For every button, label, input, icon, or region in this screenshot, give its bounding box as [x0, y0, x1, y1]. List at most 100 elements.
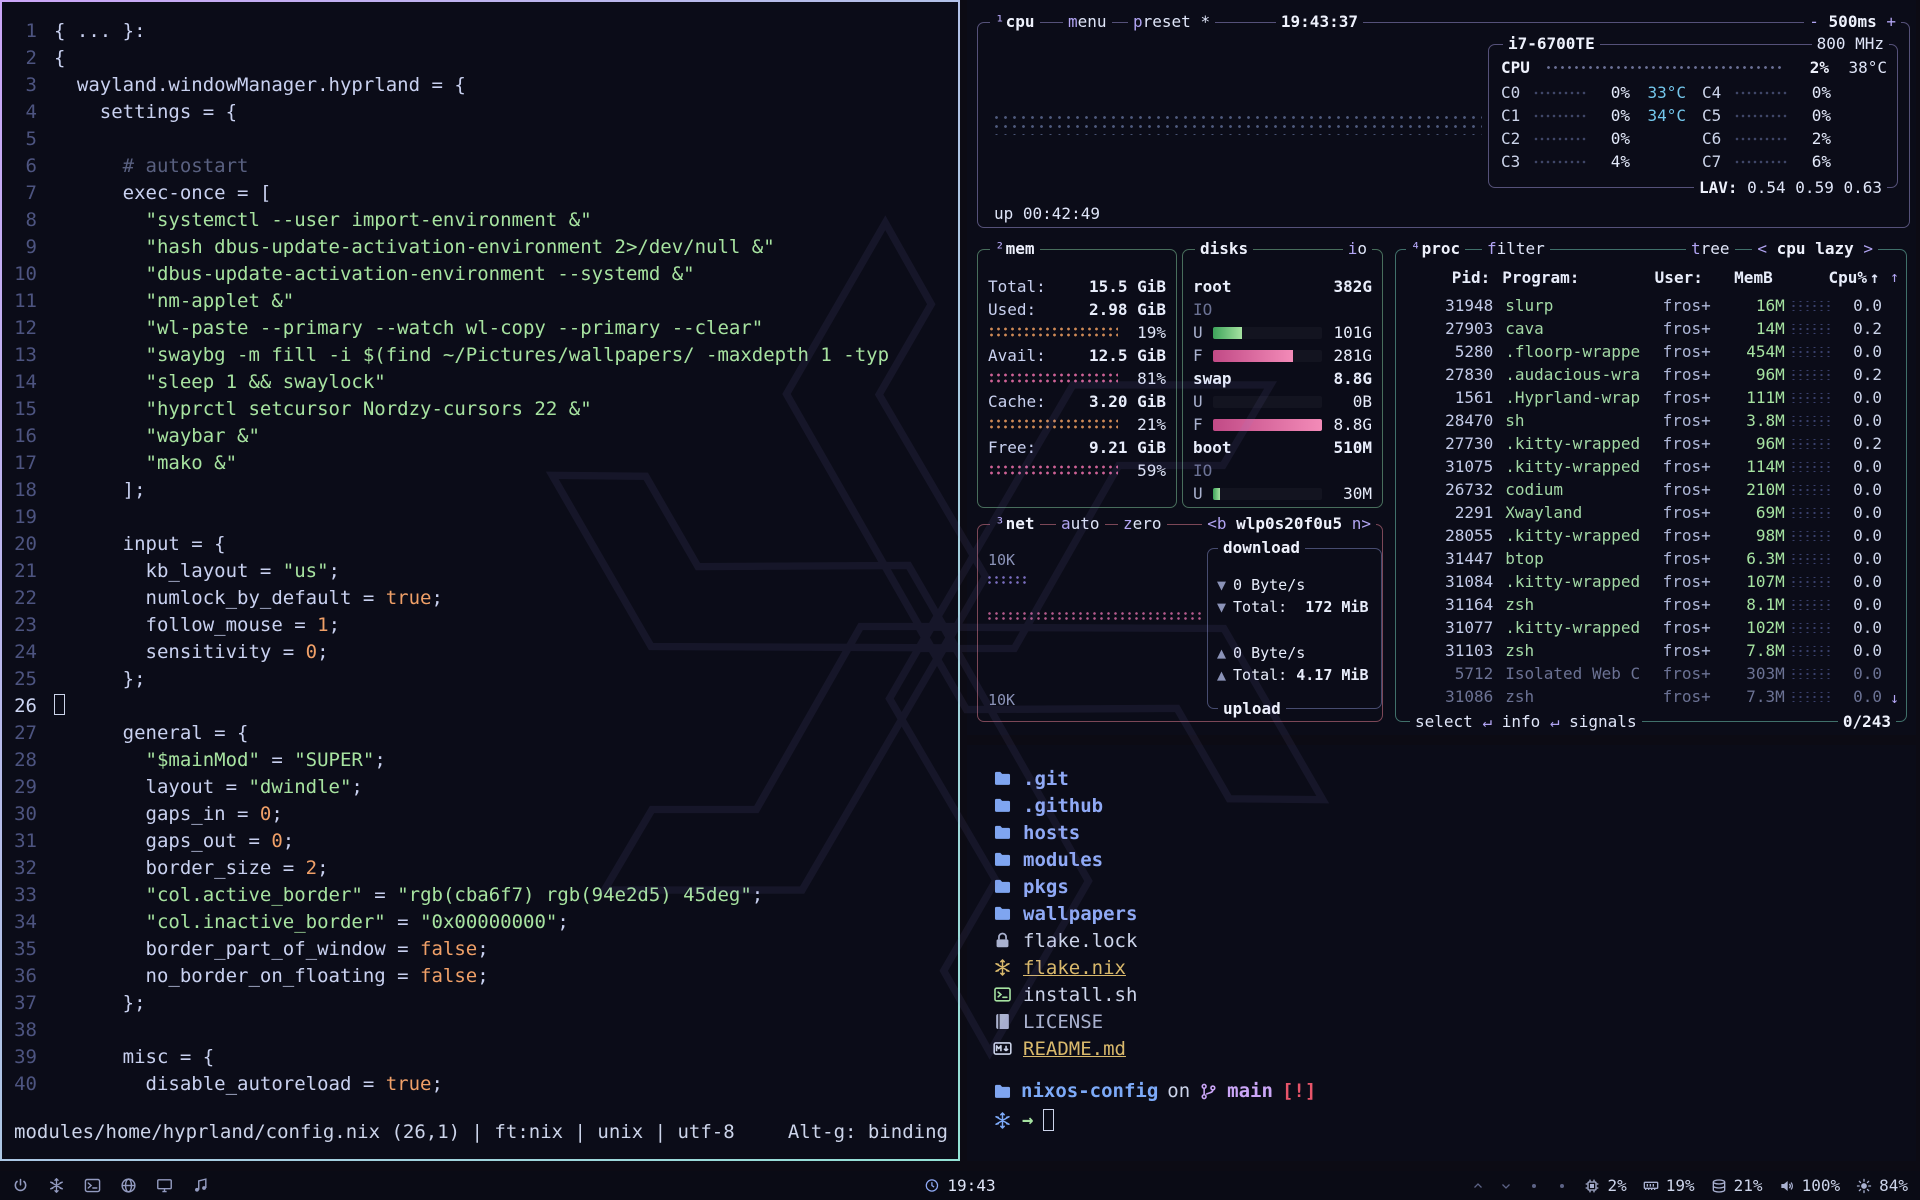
brightness-module[interactable]: 84%: [1856, 1176, 1908, 1195]
process-row[interactable]: 31077.kitty-wrappedfros+102M0.0: [1406, 616, 1898, 639]
music-workspace-icon[interactable]: [192, 1177, 209, 1194]
browser-workspace-icon[interactable]: [120, 1177, 137, 1194]
editor-line[interactable]: 18 ];: [2, 477, 958, 504]
editor-line[interactable]: 24 sensitivity = 0;: [2, 639, 958, 666]
editor-line[interactable]: 22 numlock_by_default = true;: [2, 585, 958, 612]
process-row[interactable]: 31103zshfros+7.8M0.0: [1406, 639, 1898, 662]
disk-meter-row: U101G: [1193, 321, 1372, 344]
net-device-selector[interactable]: <b wlp0s20f0u5 n>: [1202, 514, 1376, 534]
editor-line[interactable]: 8 "systemctl --user import-environment &…: [2, 207, 958, 234]
net-panel-title[interactable]: ³net: [990, 514, 1040, 534]
editor-line[interactable]: 39 misc = {: [2, 1044, 958, 1071]
chevron-down-icon[interactable]: [1500, 1180, 1512, 1192]
mem-panel[interactable]: ²mem Total:15.5 GiBUsed:2.98 GiB19%Avail…: [977, 249, 1177, 508]
editor-line[interactable]: 35 border_part_of_window = false;: [2, 936, 958, 963]
process-row[interactable]: 27903cavafros+14M0.2: [1406, 317, 1898, 340]
editor-line[interactable]: 1{ ... }:: [2, 18, 958, 45]
net-zero-button[interactable]: zero: [1118, 514, 1167, 534]
nix-launcher-icon[interactable]: [48, 1177, 65, 1194]
editor-line[interactable]: 32 border_size = 2;: [2, 855, 958, 882]
cpu-panel[interactable]: ¹cpu menu preset * 19:43:37 - 500ms + up…: [977, 22, 1910, 228]
shell-input-line[interactable]: →: [993, 1109, 1916, 1131]
editor-line[interactable]: 5: [2, 126, 958, 153]
process-row[interactable]: 28055.kitty-wrappedfros+98M0.0: [1406, 524, 1898, 547]
disks-panel-title[interactable]: disks: [1195, 239, 1253, 259]
editor-line[interactable]: 19: [2, 504, 958, 531]
editor-line[interactable]: 17 "mako &": [2, 450, 958, 477]
process-row[interactable]: 5280.floorp-wrappefros+454M0.0: [1406, 340, 1898, 363]
editor-line[interactable]: 34 "col.inactive_border" = "0x00000000";: [2, 909, 958, 936]
process-row[interactable]: 31447btopfros+6.3M0.0: [1406, 547, 1898, 570]
process-row[interactable]: 31084.kitty-wrappedfros+107M0.0: [1406, 570, 1898, 593]
editor-line[interactable]: 3 wayland.windowManager.hyprland = {: [2, 72, 958, 99]
editor-line[interactable]: 27 general = {: [2, 720, 958, 747]
process-row[interactable]: 5712Isolated Web Cfros+303M0.0: [1406, 662, 1898, 685]
menu-button[interactable]: menu: [1063, 12, 1112, 32]
proc-header[interactable]: Pid: Program: User: MemB Cpu% ↑: [1406, 266, 1898, 289]
process-row[interactable]: 27730.kitty-wrappedfros+96M0.2: [1406, 432, 1898, 455]
editor-line[interactable]: 11 "nm-applet &": [2, 288, 958, 315]
volume-module[interactable]: 100%: [1779, 1176, 1841, 1195]
editor-line[interactable]: 21 kb_layout = "us";: [2, 558, 958, 585]
net-panel[interactable]: ³net auto zero <b wlp0s20f0u5 n> 10K 10K…: [977, 524, 1383, 722]
net-auto-button[interactable]: auto: [1056, 514, 1105, 534]
editor-line[interactable]: 28 "$mainMod" = "SUPER";: [2, 747, 958, 774]
terminal-workspace-icon[interactable]: [84, 1177, 101, 1194]
editor-line[interactable]: 26: [2, 693, 958, 720]
tray-app-icon[interactable]: [1556, 1180, 1568, 1192]
editor-line[interactable]: 12 "wl-paste --primary --watch wl-copy -…: [2, 315, 958, 342]
editor-line[interactable]: 37 };: [2, 990, 958, 1017]
editor-line[interactable]: 36 no_border_on_floating = false;: [2, 963, 958, 990]
io-mode-button[interactable]: io: [1343, 239, 1372, 259]
process-row[interactable]: 1561.Hyprland-wrapfros+111M0.0: [1406, 386, 1898, 409]
process-row[interactable]: 31164zshfros+8.1M0.0: [1406, 593, 1898, 616]
editor-line[interactable]: 4 settings = {: [2, 99, 958, 126]
scroll-up-icon[interactable]: ↑: [1890, 268, 1899, 286]
editor-line[interactable]: 38: [2, 1017, 958, 1044]
editor-line[interactable]: 30 gaps_in = 0;: [2, 801, 958, 828]
editor-line[interactable]: 16 "waybar &": [2, 423, 958, 450]
editor-line[interactable]: 33 "col.active_border" = "rgb(cba6f7) rg…: [2, 882, 958, 909]
cpu-panel-title[interactable]: ¹cpu: [990, 12, 1040, 32]
process-row[interactable]: 31086zshfros+7.3M0.0: [1406, 685, 1898, 708]
filter-button[interactable]: filter: [1482, 239, 1550, 259]
editor-line[interactable]: 29 layout = "dwindle";: [2, 774, 958, 801]
disk-module[interactable]: 21%: [1711, 1176, 1763, 1195]
editor-line[interactable]: 10 "dbus-update-activation-environment -…: [2, 261, 958, 288]
process-row[interactable]: 31075.kitty-wrappedfros+114M0.0: [1406, 455, 1898, 478]
editor-line[interactable]: 20 input = {: [2, 531, 958, 558]
editor-line[interactable]: 23 follow_mouse = 1;: [2, 612, 958, 639]
preset-button[interactable]: preset *: [1128, 12, 1215, 32]
tray-app-icon[interactable]: [1528, 1180, 1540, 1192]
editor-line[interactable]: 13 "swaybg -m fill -i $(find ~/Pictures/…: [2, 342, 958, 369]
mem-panel-title[interactable]: ²mem: [990, 239, 1040, 259]
proc-panel[interactable]: ⁴proc filter tree < cpu lazy > Pid: Prog…: [1395, 249, 1907, 722]
power-icon[interactable]: [12, 1177, 29, 1194]
memory-module[interactable]: 19%: [1643, 1176, 1695, 1195]
editor-line[interactable]: 9 "hash dbus-update-activation-environme…: [2, 234, 958, 261]
editor-line[interactable]: 7 exec-once = [: [2, 180, 958, 207]
clock-module[interactable]: 19:43: [924, 1176, 995, 1195]
editor-line[interactable]: 14 "sleep 1 && swaylock": [2, 369, 958, 396]
proc-footer[interactable]: select ↵ info ↵ signals: [1410, 712, 1642, 731]
tree-button[interactable]: tree: [1686, 239, 1735, 259]
proc-panel-title[interactable]: ⁴proc: [1406, 239, 1465, 259]
sort-selector[interactable]: < cpu lazy >: [1752, 239, 1878, 259]
process-row[interactable]: 28470shfros+3.8M0.0: [1406, 409, 1898, 432]
editor-line[interactable]: 15 "hyprctl setcursor Nordzy-cursors 22 …: [2, 396, 958, 423]
editor-line[interactable]: 2{: [2, 45, 958, 72]
display-workspace-icon[interactable]: [156, 1177, 173, 1194]
process-row[interactable]: 31948slurpfros+16M0.0: [1406, 294, 1898, 317]
editor-line[interactable]: 40 disable_autoreload = true;: [2, 1071, 958, 1098]
scroll-down-icon[interactable]: ↓: [1890, 689, 1899, 707]
process-row[interactable]: 26732codiumfros+210M0.0: [1406, 478, 1898, 501]
chevron-up-icon[interactable]: [1472, 1180, 1484, 1192]
process-row[interactable]: 2291Xwaylandfros+69M0.0: [1406, 501, 1898, 524]
editor-line[interactable]: 31 gaps_out = 0;: [2, 828, 958, 855]
cpu-module[interactable]: 2%: [1584, 1176, 1626, 1195]
update-interval-control[interactable]: - 500ms +: [1804, 12, 1901, 32]
disks-panel[interactable]: disks io root382GIOU101GF281Gswap8.8GU0B…: [1182, 249, 1383, 508]
process-row[interactable]: 27830.audacious-wrafros+96M0.2: [1406, 363, 1898, 386]
editor-line[interactable]: 6 # autostart: [2, 153, 958, 180]
editor-line[interactable]: 25 };: [2, 666, 958, 693]
